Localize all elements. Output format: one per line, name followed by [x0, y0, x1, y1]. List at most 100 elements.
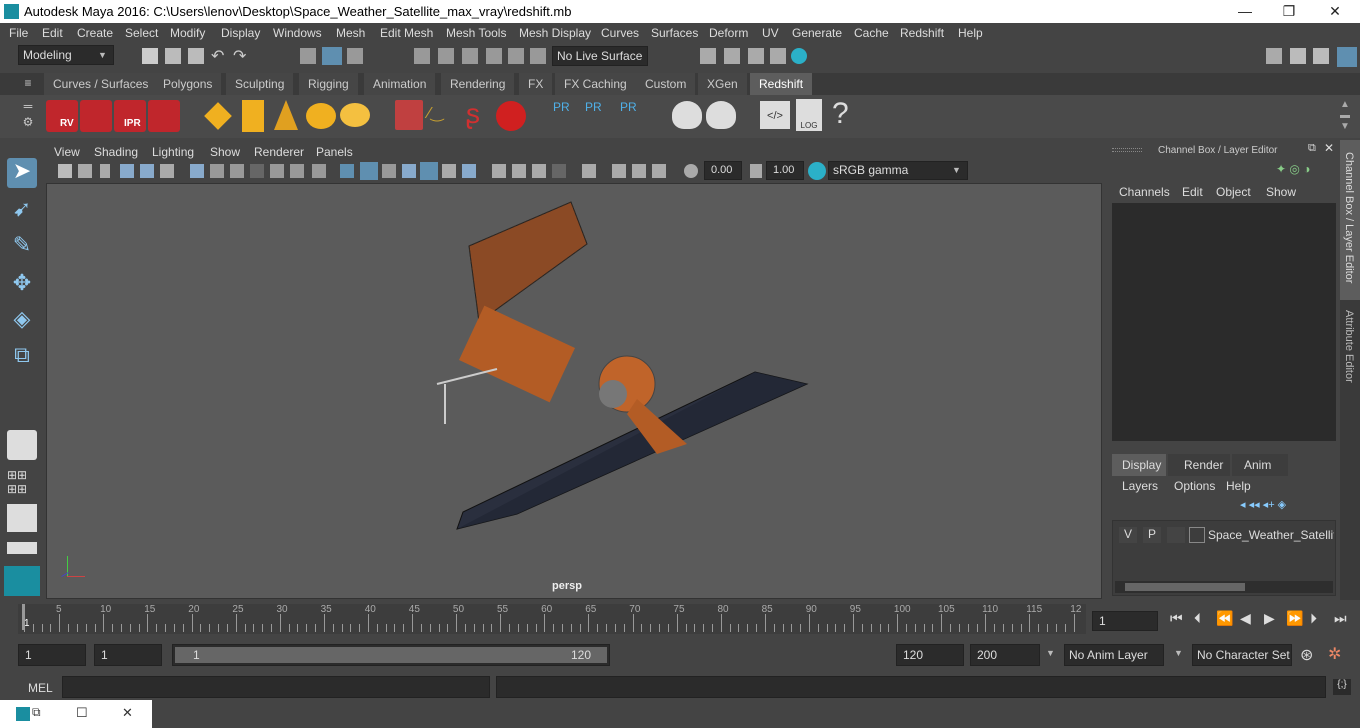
pr-export-button[interactable]: PR — [585, 100, 609, 132]
tab-animation[interactable]: Animation — [364, 73, 437, 95]
safe-title-icon[interactable] — [290, 164, 304, 178]
hud-icon[interactable] — [652, 164, 666, 178]
resolution-gate-icon[interactable] — [210, 164, 224, 178]
redo-icon[interactable]: ↷ — [233, 46, 246, 66]
close-panel-icon[interactable]: ✕ — [1324, 141, 1334, 155]
end-time-field[interactable]: 200 — [970, 644, 1040, 666]
layer-menu-layers[interactable]: Layers — [1122, 479, 1158, 493]
time-slider[interactable]: 1 5 10 15 20 25 30 35 40 45 50 55 60 65 70 75 80 85 90 95 1… — [18, 604, 1086, 634]
paint-select-tool-icon[interactable]: ✎ — [7, 232, 37, 262]
proxy-icon[interactable] — [395, 100, 423, 130]
script-editor-button[interactable]: {;} — [1333, 679, 1351, 695]
layer-menu-help[interactable]: Help — [1226, 479, 1251, 493]
snap-grid-icon[interactable] — [414, 48, 430, 64]
menu-file[interactable]: File — [9, 26, 28, 40]
new-scene-icon[interactable] — [142, 48, 158, 64]
volume-icon[interactable]: ⁄‿ — [428, 103, 458, 129]
gate-mask-icon[interactable] — [230, 164, 244, 178]
float-panel-icon[interactable]: ⧉ — [1308, 142, 1316, 155]
textured-icon[interactable] — [382, 164, 396, 178]
layer-color-swatch[interactable] — [1189, 527, 1205, 543]
open-scene-icon[interactable] — [165, 48, 181, 64]
motion-blur-icon[interactable] — [462, 164, 476, 178]
satellite-model[interactable] — [47, 184, 1101, 598]
smooth-shade-icon[interactable] — [360, 162, 378, 180]
tab-sculpting[interactable]: Sculpting — [226, 73, 295, 95]
area-light-icon[interactable] — [204, 102, 232, 130]
menu-edit[interactable]: Edit — [42, 26, 63, 40]
layer-playback-toggle[interactable]: P — [1143, 527, 1161, 543]
shelf-scroll-icon[interactable]: ▲ ▬ ▼ — [1340, 99, 1354, 133]
exposure-icon[interactable] — [684, 164, 698, 178]
cb-menu-object[interactable]: Object — [1216, 185, 1251, 199]
snap-view-icon[interactable] — [486, 48, 502, 64]
restore-icon[interactable]: ⧉ — [32, 705, 41, 720]
lasso-tool-icon[interactable]: ➹ — [7, 196, 37, 226]
viewport-persp[interactable]: persp — [46, 183, 1102, 599]
layer-tab-display[interactable]: Display — [1112, 454, 1166, 476]
panel-menu-show[interactable]: Show — [210, 145, 240, 159]
menu-uv[interactable]: UV — [762, 26, 779, 40]
safe-text-icon[interactable] — [312, 164, 326, 178]
pr-swap-button[interactable]: PR — [620, 100, 644, 132]
redshift-settings-button[interactable] — [148, 100, 180, 132]
panel-grip-icon[interactable] — [1112, 148, 1142, 152]
shelf-menu-icon[interactable]: ≡ — [18, 76, 38, 92]
menu-select[interactable]: Select — [125, 26, 158, 40]
xray-joints-icon[interactable] — [582, 164, 596, 178]
side-tab-attribute-editor[interactable]: Attribute Editor — [1340, 306, 1360, 406]
layer-visibility-toggle[interactable]: V — [1119, 527, 1137, 543]
undo-icon[interactable]: ↶ — [211, 46, 224, 66]
depth-of-field-icon[interactable] — [512, 164, 526, 178]
tab-curves-surfaces[interactable]: Curves / Surfaces — [44, 73, 159, 95]
prev-key-icon[interactable]: ⏪ — [1216, 610, 1233, 627]
wireframe-icon[interactable] — [190, 164, 204, 178]
go-to-start-icon[interactable]: ⏮ — [1170, 610, 1183, 627]
layer-tab-render[interactable]: Render — [1168, 454, 1230, 476]
cb-menu-show[interactable]: Show — [1266, 185, 1296, 199]
menu-windows[interactable]: Windows — [273, 26, 322, 40]
log-icon[interactable]: LOG — [796, 99, 822, 131]
tab-rigging[interactable]: Rigging — [299, 73, 359, 95]
render-view-icon[interactable] — [770, 48, 786, 64]
go-to-end-icon[interactable]: ⏭ — [1334, 610, 1347, 627]
outliner-layout-icon[interactable] — [7, 542, 37, 554]
bake-icon[interactable] — [706, 101, 736, 129]
auto-key-icon[interactable]: ⊛ — [1300, 645, 1313, 665]
ipr-render-icon[interactable] — [748, 48, 764, 64]
tab-redshift[interactable]: Redshift — [750, 73, 814, 95]
close-icon[interactable]: ✕ — [122, 705, 133, 721]
snap-live-icon[interactable] — [530, 48, 546, 64]
cb-menu-edit[interactable]: Edit — [1182, 185, 1203, 199]
modeling-toolkit-icon[interactable] — [1266, 48, 1282, 64]
close-button[interactable]: ✕ — [1312, 0, 1358, 23]
character-set-dropdown[interactable]: No Character Set — [1192, 644, 1292, 666]
xray-icon[interactable] — [552, 164, 566, 178]
redshift-batch-render-button[interactable] — [80, 100, 112, 132]
two-sided-icon[interactable] — [612, 164, 626, 178]
tab-xgen[interactable]: XGen — [698, 73, 748, 95]
layer-menu-options[interactable]: Options — [1174, 479, 1215, 493]
hair-icon[interactable]: ʂ — [466, 99, 492, 131]
attribute-editor-toggle-icon[interactable] — [1290, 48, 1306, 64]
snap-curve-icon[interactable] — [438, 48, 454, 64]
portal-light-icon[interactable] — [242, 100, 264, 132]
select-hierarchy-icon[interactable] — [300, 48, 316, 64]
channel-box-toggle-icon[interactable] — [1337, 47, 1357, 67]
snap-point-icon[interactable] — [462, 48, 478, 64]
image-plane-icon[interactable] — [120, 164, 134, 178]
camera-icon[interactable] — [58, 164, 72, 178]
maya-home-icon[interactable] — [4, 566, 40, 596]
color-management-icon[interactable] — [808, 162, 826, 180]
snap-surface-icon[interactable] — [508, 48, 524, 64]
grid-toggle-icon[interactable] — [140, 164, 154, 178]
menu-modify[interactable]: Modify — [170, 26, 205, 40]
exposure-field[interactable]: 0.00 — [704, 161, 742, 180]
four-view-layout-icon[interactable]: ⊞⊞ ⊞⊞ — [7, 468, 37, 496]
menu-surfaces[interactable]: Surfaces — [651, 26, 698, 40]
gamma-icon[interactable] — [750, 164, 762, 178]
step-back-icon[interactable]: ⏴ — [1194, 610, 1201, 627]
layer-scrollbar[interactable] — [1115, 581, 1333, 593]
menu-mesh-display[interactable]: Mesh Display — [519, 26, 591, 40]
channel-list[interactable] — [1112, 203, 1336, 441]
